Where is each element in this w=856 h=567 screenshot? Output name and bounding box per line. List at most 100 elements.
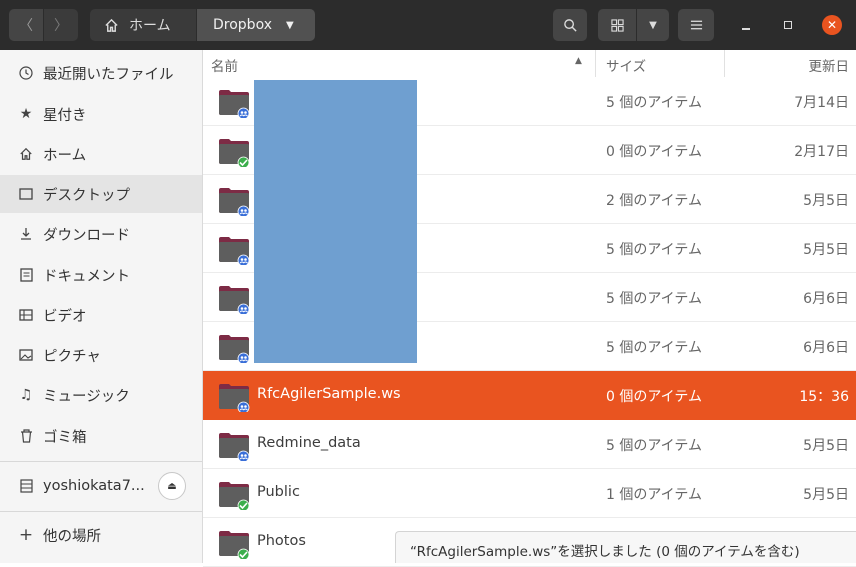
eject-button[interactable]: ⏏ bbox=[158, 472, 186, 500]
sidebar-item-starred[interactable]: ★ 星付き bbox=[0, 95, 202, 133]
caret-down-icon: ▼ bbox=[286, 19, 294, 31]
sort-ascending-icon: ▲ bbox=[575, 56, 582, 66]
plus-icon: + bbox=[18, 525, 34, 545]
view-options-button[interactable]: ▼ bbox=[637, 9, 669, 41]
sidebar-item-label: 最近開いたファイル bbox=[43, 66, 174, 83]
status-text: “RfcAgilerSample.ws”を選択しました (0 個のアイテムを含む… bbox=[410, 544, 800, 560]
column-modified[interactable]: 更新日 bbox=[809, 55, 850, 75]
music-icon: ♫ bbox=[19, 387, 33, 403]
minimize-button[interactable] bbox=[730, 9, 762, 41]
file-size: 0 個のアイテム bbox=[606, 389, 702, 405]
caret-down-icon: ▼ bbox=[649, 19, 657, 31]
home-icon bbox=[18, 146, 34, 162]
file-size: 5 個のアイテム bbox=[606, 242, 702, 258]
file-modified: 5月5日 bbox=[803, 438, 849, 454]
sidebar-item-downloads[interactable]: ダウンロード bbox=[0, 215, 202, 253]
column-size[interactable]: サイズ bbox=[606, 55, 646, 75]
sidebar-item-recent[interactable]: 最近開いたファイル bbox=[0, 54, 202, 92]
grid-view-button[interactable] bbox=[598, 9, 636, 41]
search-button[interactable] bbox=[553, 9, 587, 41]
breadcrumb-home[interactable]: ホーム bbox=[90, 9, 196, 41]
file-size: 1 個のアイテム bbox=[606, 487, 702, 503]
file-size: 5 個のアイテム bbox=[606, 95, 702, 111]
sidebar-item-label: ピクチャ bbox=[43, 348, 101, 365]
sidebar-item-documents[interactable]: ドキュメント bbox=[0, 256, 202, 294]
table-row[interactable]: Redmine_data 5 個のアイテム 5月5日 bbox=[203, 420, 856, 469]
sidebar-item-other-locations[interactable]: + 他の場所 bbox=[0, 516, 202, 554]
download-icon bbox=[18, 226, 34, 242]
video-icon bbox=[18, 307, 34, 323]
table-row[interactable]: RfcAgilerSample.ws 0 個のアイテム 15：36 bbox=[203, 371, 856, 420]
file-size: 5 個のアイテム bbox=[606, 340, 702, 356]
folder-icon bbox=[219, 482, 250, 510]
file-name: Photos bbox=[257, 533, 306, 549]
file-name: Public bbox=[257, 484, 300, 500]
folder-icon bbox=[219, 188, 250, 216]
sidebar-item-home[interactable]: ホーム bbox=[0, 135, 202, 173]
minimize-icon bbox=[742, 28, 750, 30]
file-modified: 5月5日 bbox=[803, 487, 849, 503]
star-icon: ★ bbox=[19, 106, 33, 122]
main-menu-button[interactable] bbox=[678, 9, 714, 41]
desktop-icon bbox=[18, 186, 34, 202]
folder-icon bbox=[219, 286, 250, 314]
maximize-button[interactable] bbox=[772, 9, 804, 41]
header-bar: 〈 〉 ホーム Dropbox ▼ ▼ ✕ bbox=[0, 0, 856, 50]
breadcrumb-current[interactable]: Dropbox ▼ bbox=[197, 9, 315, 41]
redaction-block bbox=[254, 80, 417, 363]
folder-icon bbox=[219, 237, 250, 265]
sidebar-item-label: ホーム bbox=[43, 147, 87, 164]
breadcrumb-home-label: ホーム bbox=[129, 18, 171, 34]
eject-icon: ⏏ bbox=[167, 480, 177, 492]
folder-icon bbox=[219, 90, 250, 118]
file-modified: 5月5日 bbox=[803, 193, 849, 209]
sidebar-divider bbox=[0, 511, 202, 512]
sidebar-item-label: 他の場所 bbox=[43, 528, 101, 545]
sidebar-item-label: デスクトップ bbox=[43, 187, 130, 204]
column-header: 名前 ▲ サイズ 更新日 bbox=[203, 50, 856, 78]
sidebar-item-trash[interactable]: ゴミ箱 bbox=[0, 417, 202, 455]
sidebar-item-drive[interactable]: yoshiokata7... ⏏ bbox=[0, 466, 202, 506]
folder-icon bbox=[219, 335, 250, 363]
search-icon bbox=[563, 18, 577, 32]
file-modified: 15：36 bbox=[799, 389, 849, 405]
breadcrumb-current-label: Dropbox bbox=[213, 17, 272, 33]
file-size: 0 個のアイテム bbox=[606, 144, 702, 160]
table-row[interactable]: Public 1 個のアイテム 5月5日 bbox=[203, 469, 856, 518]
file-modified: 6月6日 bbox=[803, 291, 849, 307]
folder-icon bbox=[219, 139, 250, 167]
hamburger-icon bbox=[690, 20, 702, 30]
picture-icon bbox=[18, 347, 34, 363]
sidebar-item-label: yoshiokata7... bbox=[43, 478, 145, 494]
clock-icon bbox=[18, 65, 34, 81]
maximize-icon bbox=[784, 21, 792, 29]
sidebar-item-music[interactable]: ♫ ミュージック bbox=[0, 376, 202, 414]
drive-icon bbox=[18, 478, 34, 494]
close-button[interactable]: ✕ bbox=[816, 9, 848, 41]
trash-icon bbox=[18, 428, 34, 444]
sidebar-item-label: ドキュメント bbox=[43, 268, 130, 285]
folder-icon bbox=[219, 433, 250, 461]
sidebar-item-label: 星付き bbox=[43, 107, 87, 124]
close-icon: ✕ bbox=[822, 15, 842, 35]
back-button[interactable]: 〈 bbox=[9, 9, 43, 41]
column-divider bbox=[595, 50, 596, 77]
sidebar-item-desktop[interactable]: デスクトップ bbox=[0, 175, 202, 213]
column-divider bbox=[724, 50, 725, 77]
sidebar-item-pictures[interactable]: ピクチャ bbox=[0, 336, 202, 374]
folder-icon bbox=[219, 531, 250, 559]
file-name: Redmine_data bbox=[257, 435, 361, 451]
sidebar-item-videos[interactable]: ビデオ bbox=[0, 296, 202, 334]
file-modified: 2月17日 bbox=[794, 144, 849, 160]
forward-button[interactable]: 〉 bbox=[44, 9, 78, 41]
file-name: RfcAgilerSample.ws bbox=[257, 386, 401, 402]
sidebar-divider bbox=[0, 461, 202, 462]
file-modified: 7月14日 bbox=[794, 95, 849, 111]
sidebar-item-label: ゴミ箱 bbox=[43, 429, 87, 446]
status-overlay: “RfcAgilerSample.ws”を選択しました (0 個のアイテムを含む… bbox=[395, 531, 856, 563]
column-name[interactable]: 名前 bbox=[211, 55, 238, 75]
chevron-left-icon: 〈 bbox=[19, 18, 33, 34]
chevron-right-icon: 〉 bbox=[54, 18, 68, 34]
file-size: 5 個のアイテム bbox=[606, 291, 702, 307]
sidebar-item-label: ダウンロード bbox=[43, 227, 130, 244]
